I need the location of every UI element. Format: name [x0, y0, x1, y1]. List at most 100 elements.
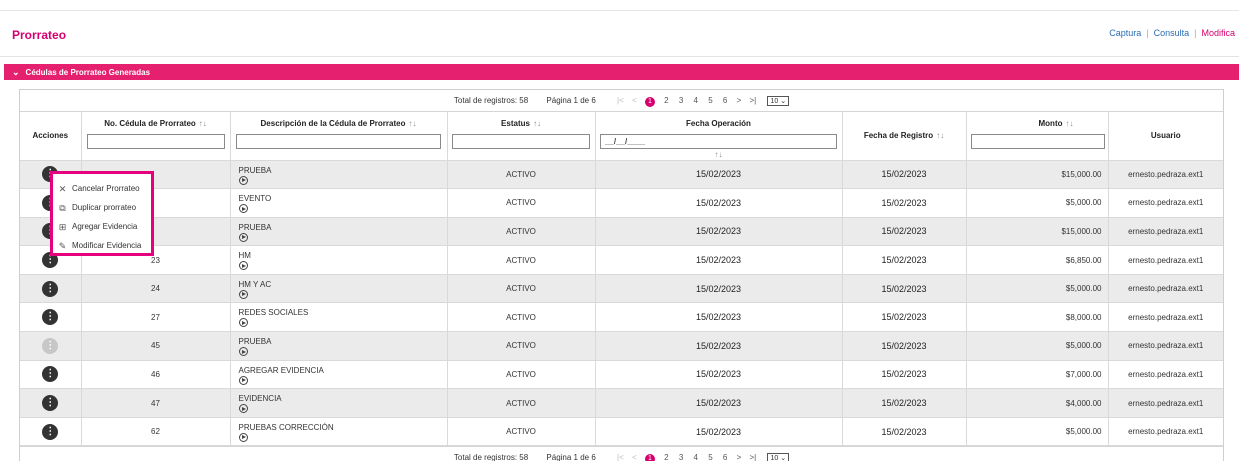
row-actions-cell: ⋮ [20, 274, 82, 304]
descripcion-text: PRUEBA [238, 222, 272, 232]
page-4-button[interactable]: 4 [694, 453, 698, 461]
cell-descripcion: HM [230, 245, 448, 275]
page-size-select[interactable]: 10 ⌄ [767, 96, 790, 106]
page-header: Prorrateo Captura | Consulta | Modifica [0, 11, 1239, 57]
sort-icon[interactable]: ↑↓ [596, 150, 842, 159]
cell-fecha-registro: 15/02/2023 [842, 217, 967, 247]
filter-fecha-operacion-input[interactable]: __/__/____ [600, 134, 837, 149]
close-icon: ✕ [58, 183, 67, 194]
page-4-button[interactable]: 4 [694, 96, 698, 105]
col-fecha-registro-header[interactable]: Fecha de Registro ↑↓ [842, 112, 967, 161]
chevron-down-icon: ⌄ [12, 67, 20, 77]
cell-monto: $8,000.00 [966, 302, 1109, 333]
menu-item-cancelar-prorrateo[interactable]: ✕ Cancelar Prorrateo [57, 179, 151, 198]
play-circle-icon[interactable] [238, 261, 248, 271]
copy-icon: ⧉ [59, 202, 66, 213]
col-acciones-header: Acciones [20, 112, 82, 161]
col-descripcion-label: Descripción de la Cédula de Prorrateo [260, 119, 406, 128]
section-header-cedulas[interactable]: ⌄ Cédulas de Prorrateo Generadas [4, 64, 1239, 80]
page-5-button[interactable]: 5 [708, 453, 712, 461]
nav-captura-link[interactable]: Captura [1109, 28, 1141, 38]
filter-descripcion-input[interactable] [236, 134, 441, 149]
sort-icon[interactable]: ↑↓ [408, 119, 416, 128]
play-circle-icon[interactable] [238, 204, 248, 214]
prev-page-button[interactable]: < [632, 453, 637, 461]
row-actions-button[interactable]: ⋮ [42, 309, 59, 326]
cell-fecha-operacion: 15/02/2023 [595, 302, 843, 333]
filter-estatus-input[interactable] [452, 134, 590, 149]
play-circle-icon[interactable] [238, 318, 248, 328]
cell-usuario: ernesto.pedraza.ext1 [1108, 274, 1223, 304]
nav-consulta-link[interactable]: Consulta [1154, 28, 1190, 38]
sort-icon[interactable]: ↑↓ [199, 119, 207, 128]
descripcion-text: HM [238, 251, 251, 261]
page-1-button[interactable]: 1 [644, 454, 655, 461]
filter-cedula-input[interactable] [86, 134, 225, 149]
play-circle-icon[interactable] [238, 404, 248, 414]
cell-fecha-operacion: 15/02/2023 [595, 331, 843, 361]
first-page-button[interactable]: |< [617, 453, 624, 461]
first-page-button[interactable]: |< [617, 96, 624, 105]
col-monto-header[interactable]: Monto ↑↓ [966, 112, 1109, 161]
play-circle-icon[interactable] [238, 289, 248, 299]
col-cedula-header[interactable]: No. Cédula de Prorrateo ↑↓ [81, 112, 231, 161]
table-row: ⋮ 45 PRUEBA ACTIVO 15/02/2023 15/02/2023 $5,00… [20, 331, 1223, 361]
page-5-button[interactable]: 5 [708, 96, 712, 105]
cell-fecha-operacion: 15/02/2023 [595, 274, 843, 304]
sort-icon[interactable]: ↑↓ [936, 131, 944, 140]
play-circle-icon[interactable] [238, 175, 248, 185]
col-descripcion-header[interactable]: Descripción de la Cédula de Prorrateo ↑↓ [230, 112, 448, 161]
page-2-button[interactable]: 2 [664, 96, 668, 105]
filter-monto-input[interactable] [970, 134, 1105, 149]
cell-descripcion: REDES SOCIALES [230, 302, 448, 333]
page-3-button[interactable]: 3 [679, 453, 683, 461]
cell-cedula: 27 [81, 302, 231, 333]
menu-item-agregar-evidencia[interactable]: ⊞ Agregar Evidencia [57, 217, 151, 236]
row-actions-cell: ⋮ [20, 331, 82, 361]
play-circle-icon[interactable] [238, 347, 248, 357]
col-estatus-header[interactable]: Estatus ↑↓ [447, 112, 596, 161]
menu-item-duplicar-prorrateo[interactable]: ⧉ Duplicar prorrateo [57, 198, 151, 217]
table-body: ⋮PRUEBAACTIVO15/02/202315/02/2023$15,000… [20, 160, 1223, 447]
row-actions-button[interactable]: ⋮ [42, 366, 59, 383]
row-actions-button[interactable]: ⋮ [42, 423, 59, 440]
page-1-button[interactable]: 1 [644, 97, 655, 107]
row-actions-button[interactable]: ⋮ [42, 337, 59, 354]
next-page-button[interactable]: > [737, 96, 742, 105]
cell-descripcion: HM Y AC [230, 274, 448, 304]
edit-icon: ✎ [58, 240, 67, 251]
play-circle-icon[interactable] [238, 375, 248, 385]
menu-item-label: Duplicar prorrateo [72, 202, 137, 212]
cell-fecha-registro: 15/02/2023 [842, 245, 967, 275]
col-fecha-operacion-header[interactable]: Fecha Operación __/__/____ ↑↓ [595, 112, 843, 161]
cedulas-table-container: Total de registros: 58 Página 1 de 6 |< … [19, 89, 1224, 461]
cell-cedula: 62 [81, 417, 231, 447]
sort-icon[interactable]: ↑↓ [533, 119, 541, 128]
cell-monto: $5,000.00 [966, 274, 1109, 304]
page-2-button[interactable]: 2 [664, 453, 668, 461]
page-size-value: 10 [770, 455, 779, 461]
table-row: ⋮EVENTOACTIVO15/02/202315/02/2023$5,000.… [20, 188, 1223, 218]
descripcion-text: PRUEBAS CORRECCIÓN [238, 422, 334, 432]
cedulas-table: Acciones No. Cédula de Prorrateo ↑↓ Descr… [20, 112, 1223, 447]
prev-page-button[interactable]: < [632, 96, 637, 105]
page-6-button[interactable]: 6 [723, 453, 727, 461]
total-records: Total de registros: 58 [453, 96, 529, 105]
page-6-button[interactable]: 6 [723, 96, 727, 105]
col-fecha-operacion-label: Fecha Operación [686, 119, 751, 128]
last-page-button[interactable]: >| [749, 96, 756, 105]
next-page-button[interactable]: > [737, 453, 742, 461]
row-actions-button[interactable]: ⋮ [42, 395, 59, 412]
row-actions-cell: ⋮ [20, 360, 82, 390]
row-actions-button[interactable]: ⋮ [42, 280, 59, 297]
nav-modifica-link[interactable]: Modifica [1201, 28, 1235, 38]
page-size-select[interactable]: 10 ⌄ [767, 453, 790, 461]
page-3-button[interactable]: 3 [679, 96, 683, 105]
last-page-button[interactable]: >| [749, 453, 756, 461]
sort-icon[interactable]: ↑↓ [1066, 119, 1074, 128]
cell-descripcion: AGREGAR EVIDENCIA [230, 360, 448, 390]
play-circle-icon[interactable] [238, 232, 248, 242]
cell-estatus: ACTIVO [447, 245, 596, 275]
play-circle-icon[interactable] [238, 432, 248, 442]
menu-item-modificar-evidencia[interactable]: ✎ Modificar Evidencia [57, 236, 151, 255]
